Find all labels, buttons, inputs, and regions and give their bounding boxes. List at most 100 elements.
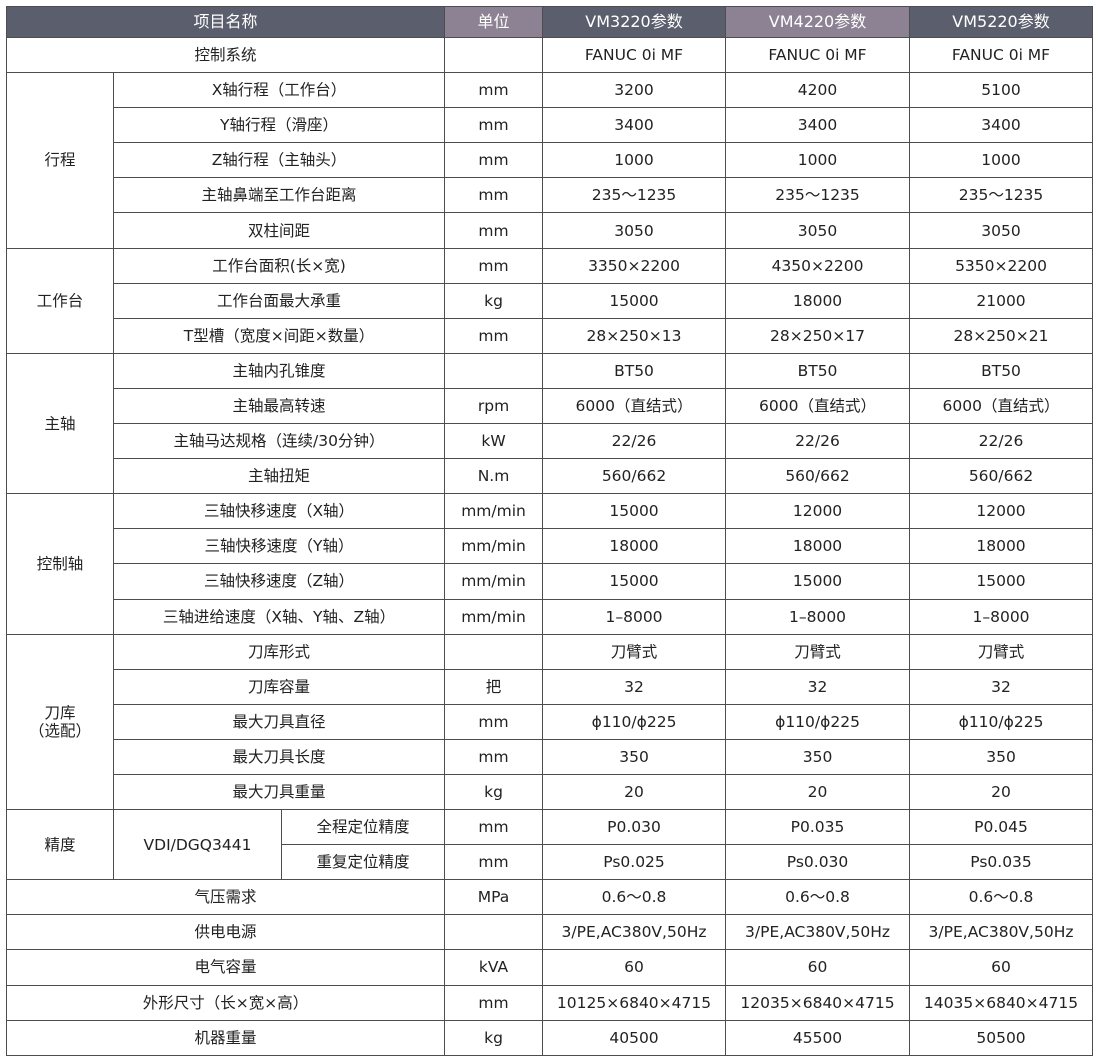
value-cell: Ps0.025 [542,844,727,881]
row-label: 最大刀具直径 [112,703,446,740]
value-cell: 12000 [725,493,911,530]
value-cell: ϕ110/ϕ225 [725,703,911,740]
value-cell: 560/662 [909,458,1094,495]
value-cell: 1000 [909,142,1094,179]
value-cell: BT50 [909,352,1094,389]
value-cell: 12000 [909,493,1094,530]
value-cell: 60 [909,949,1094,986]
value-cell: 28×250×13 [542,317,727,354]
value-cell: ϕ110/ϕ225 [909,703,1094,740]
value-cell: 235～1235 [725,177,911,214]
value-cell: P0.030 [542,809,727,846]
row-label: Y轴行程（滑座） [112,107,446,144]
unit-cell: kg [444,282,544,319]
value-cell: 18000 [909,528,1094,565]
value-cell: 15000 [542,563,727,600]
value-cell: 3050 [725,212,911,249]
table-row: T型槽（宽度×间距×数量） mm 28×250×13 28×250×17 28×… [7,317,1094,354]
value-cell: 3400 [725,107,911,144]
unit-cell: mm [444,142,544,179]
table-row: 刀库 （选配） 刀库形式 刀臂式 刀臂式 刀臂式 [6,633,1094,811]
unit-cell [444,914,544,951]
value-cell: BT50 [542,352,727,389]
row-label: 最大刀具重量 [112,773,446,811]
group-label-axes: 控制轴 [6,493,114,635]
unit-cell: mm [444,703,544,740]
value-cell: 22/26 [725,423,911,460]
header-vm4220: VM4220参数 [725,6,911,38]
header-item-name: 项目名称 [5,6,446,38]
value-cell: 60 [725,949,911,986]
table-row: 控制轴 三轴快移速度（X轴） mm/min 15000 12000 12000 [6,493,1094,635]
value-cell: 32 [725,668,911,705]
value-cell: 22/26 [542,423,727,460]
row-label: 机器重量 [5,1019,446,1057]
table-row: 工作台 工作台面积(长×宽) mm 3350×2200 4350×2200 53… [6,247,1094,354]
spec-table: 项目名称 单位 VM3220参数 VM4220参数 VM5220参数 控制系统 … [5,6,1094,1057]
value-cell: 1–8000 [909,598,1094,635]
value-cell: P0.045 [909,809,1094,846]
unit-cell: MPa [444,879,544,916]
precision-standard: VDI/DGQ3441 [113,809,282,881]
unit-cell: mm [444,72,544,109]
table-row: Y轴行程（滑座） mm 3400 3400 3400 [7,107,1094,144]
value-cell: 15000 [542,282,727,319]
unit-cell [444,36,544,74]
table-row: 主轴扭矩 N.m 560/662 560/662 560/662 [7,458,1094,495]
value-cell: 32 [542,668,727,705]
unit-cell: rpm [444,387,544,425]
unit-cell: mm [444,844,544,881]
table-row: 外形尺寸（长×宽×高） mm 10125×6840×4715 12035×684… [5,984,1094,1021]
value-cell: 235～1235 [542,177,727,214]
unit-cell: mm/min [444,493,544,530]
value-cell: 15000 [542,493,727,530]
unit-cell [444,352,544,389]
value-cell: 10125×6840×4715 [542,984,727,1021]
row-label: 外形尺寸（长×宽×高） [5,984,446,1021]
value-cell: P0.035 [725,809,911,846]
value-cell: 560/662 [725,458,911,495]
unit-cell: kg [444,773,544,811]
value-cell: 40500 [542,1019,727,1057]
unit-cell: kW [444,423,544,460]
value-cell: 60 [542,949,727,986]
value-cell: 3400 [909,107,1094,144]
row-label: 双柱间距 [112,212,446,249]
row-label: 三轴快移速度（Z轴） [112,563,446,600]
value-cell: 28×250×17 [725,317,911,354]
value-cell: 1000 [725,142,911,179]
row-label: 工作台面积(长×宽) [112,247,446,284]
unit-cell: mm [444,212,544,249]
row-label: 最大刀具长度 [112,738,446,775]
value-cell: 1000 [542,142,727,179]
value-cell: 20 [909,773,1094,811]
table-row: 最大刀具长度 mm 350 350 350 [7,738,1094,775]
row-label: 控制系统 [5,36,446,74]
value-cell: 6000（直结式） [542,387,727,425]
row-label: 工作台面最大承重 [112,282,446,319]
unit-cell: kg [444,1019,544,1057]
value-cell: 12035×6840×4715 [725,984,911,1021]
table-row: 三轴快移速度（Y轴） mm/min 18000 18000 18000 [7,528,1094,565]
value-cell: 18000 [542,528,727,565]
header-vm3220: VM3220参数 [542,6,727,38]
table-row: 精度 VDI/DGQ3441 全程定位精度 mm P0.030 P0.035 P… [6,809,1094,881]
unit-cell: mm [444,317,544,354]
table-row: 最大刀具重量 kg 20 20 20 [7,773,1094,811]
value-cell: 3050 [909,212,1094,249]
value-cell: 15000 [909,563,1094,600]
table-row: 主轴最高转速 rpm 6000（直结式） 6000（直结式） 6000（直结式） [7,387,1094,425]
row-label: 三轴快移速度（X轴） [112,493,446,530]
value-cell: 350 [542,738,727,775]
unit-cell: N.m [444,458,544,495]
value-cell: 235～1235 [909,177,1094,214]
group-label-travel: 行程 [6,72,114,249]
value-cell: 0.6～0.8 [725,879,911,916]
header-row: 项目名称 单位 VM3220参数 VM4220参数 VM5220参数 [5,6,1094,38]
unit-cell: mm [444,809,544,846]
table-row: 三轴快移速度（Z轴） mm/min 15000 15000 15000 [7,563,1094,600]
row-label: 主轴马达规格（连续/30分钟） [112,423,446,460]
unit-cell: mm/min [444,528,544,565]
row-label: 三轴快移速度（Y轴） [112,528,446,565]
table-row: Z轴行程（主轴头） mm 1000 1000 1000 [7,142,1094,179]
